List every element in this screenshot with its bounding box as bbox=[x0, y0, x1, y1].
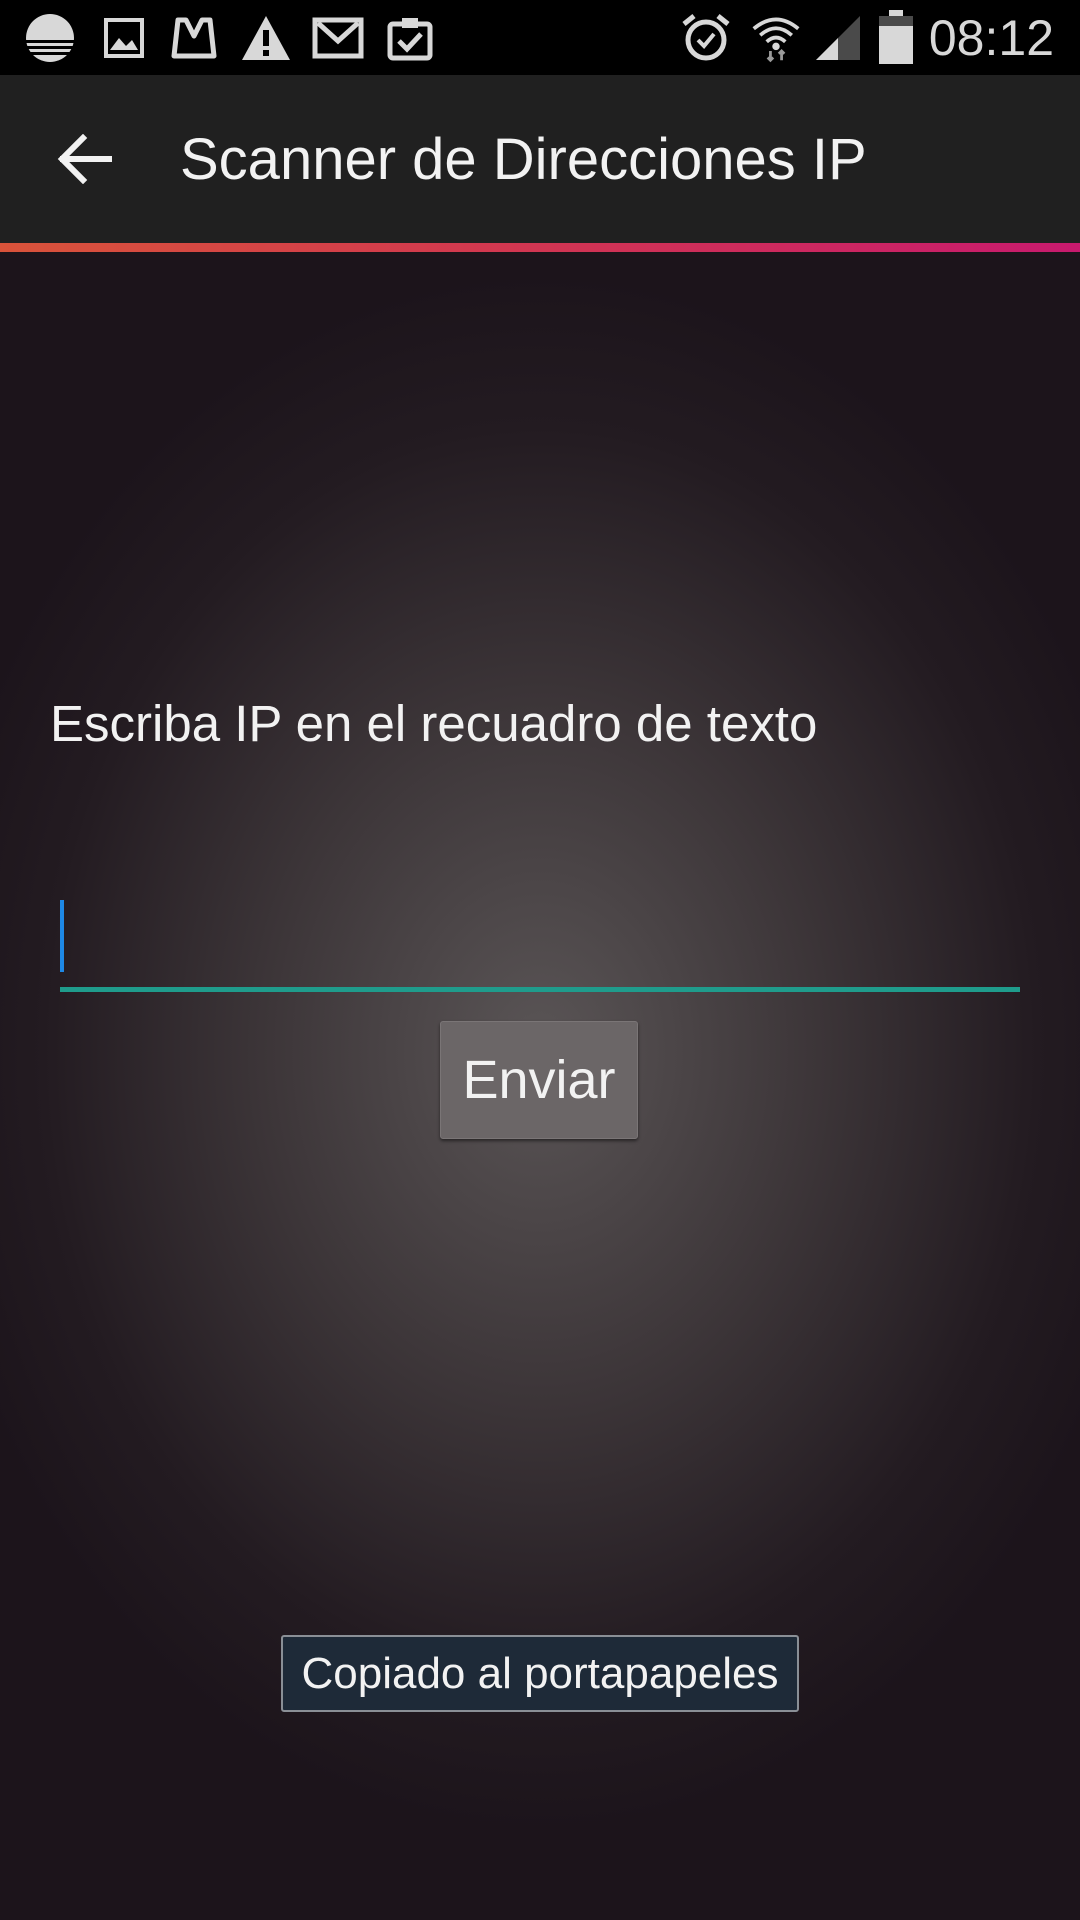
screen: 08:12 Scanner de Direcciones IP Escriba … bbox=[0, 0, 1080, 1920]
warning-icon bbox=[240, 12, 292, 64]
ip-prompt-label: Escriba IP en el recuadro de texto bbox=[50, 695, 818, 752]
app-bar: Scanner de Direcciones IP bbox=[0, 75, 1080, 243]
status-time: 08:12 bbox=[928, 10, 1054, 66]
status-bar: 08:12 bbox=[0, 0, 1080, 75]
toast-message: Copiado al portapapeles bbox=[281, 1635, 799, 1712]
alarm-icon bbox=[680, 12, 732, 64]
clipboard-check-icon bbox=[384, 12, 436, 64]
main-content: Escriba IP en el recuadro de texto Envia… bbox=[0, 252, 1080, 1920]
inbox-icon bbox=[168, 12, 220, 64]
gmail-icon bbox=[312, 12, 364, 64]
back-button[interactable] bbox=[40, 121, 130, 201]
signal-icon bbox=[812, 12, 864, 64]
sync-icon bbox=[24, 12, 76, 64]
battery-icon bbox=[870, 10, 922, 64]
page-title: Scanner de Direcciones IP bbox=[180, 127, 867, 192]
accent-divider bbox=[0, 243, 1080, 252]
arrow-back-icon bbox=[57, 133, 113, 189]
image-icon bbox=[98, 12, 150, 64]
send-button[interactable]: Enviar bbox=[440, 1021, 638, 1139]
wifi-icon bbox=[750, 12, 802, 64]
text-cursor bbox=[60, 900, 64, 972]
ip-input[interactable] bbox=[60, 892, 1020, 992]
